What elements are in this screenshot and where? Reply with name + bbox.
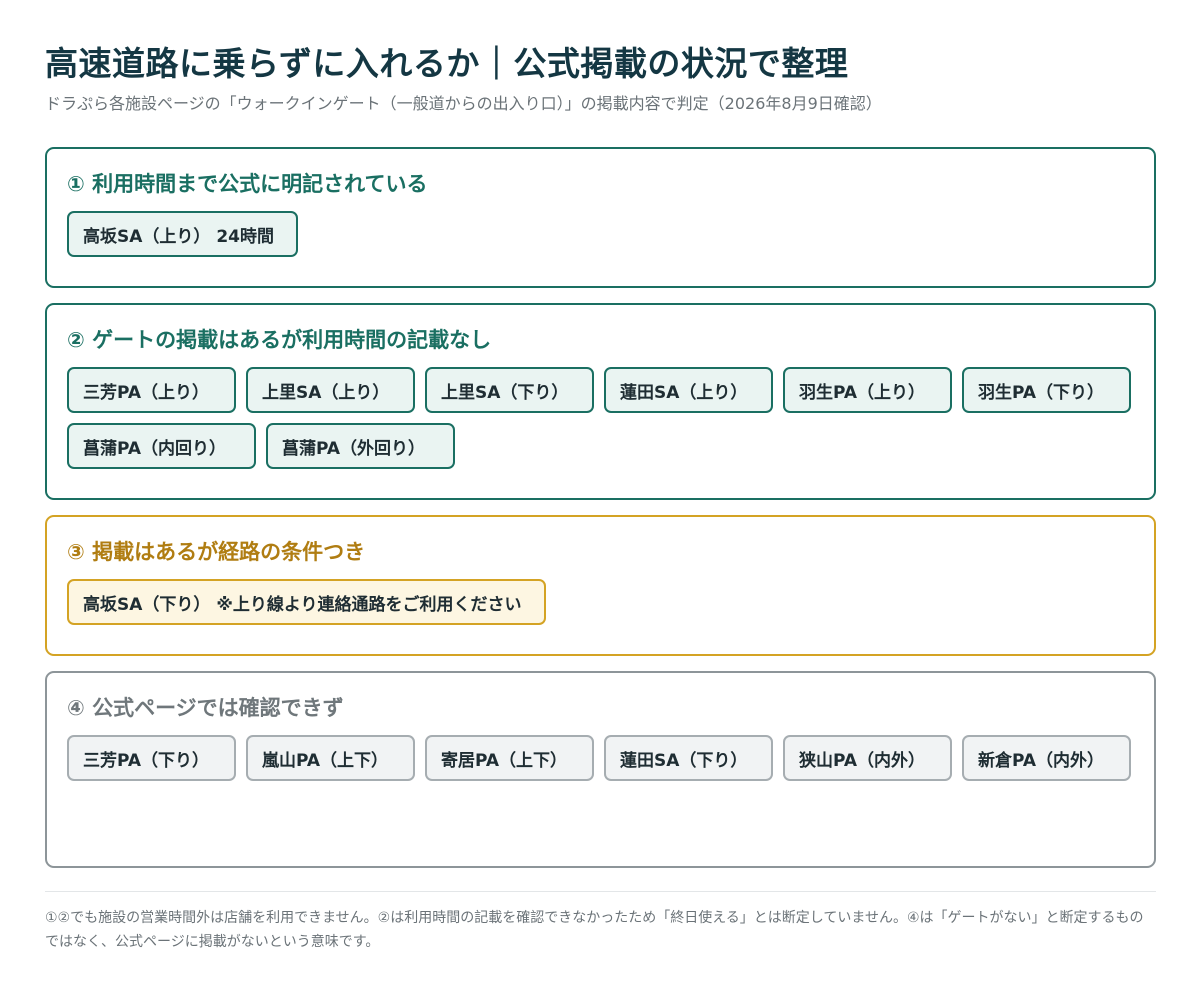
facility-chip: 蓮田SA（下り） bbox=[604, 735, 773, 781]
footnote: ①②でも施設の営業時間外は店舗を利用できません。②は利用時間の記載を確認できなか… bbox=[45, 910, 1144, 950]
footnote-divider bbox=[45, 891, 1156, 892]
facility-chip: 菖蒲PA（外回り） bbox=[266, 423, 455, 469]
facility-chip: 高坂SA（上り） 24時間 bbox=[67, 211, 298, 257]
section-not-confirmed: ④ 公式ページでは確認できず 三芳PA（下り） 嵐山PA（上下） 寄居PA（上下… bbox=[45, 671, 1156, 868]
facility-chip: 羽生PA（下り） bbox=[962, 367, 1131, 413]
facility-chip: 新倉PA（内外） bbox=[962, 735, 1131, 781]
section-official-hours: ① 利用時間まで公式に明記されている 高坂SA（上り） 24時間 bbox=[45, 147, 1156, 288]
facility-chip: 狭山PA（内外） bbox=[783, 735, 952, 781]
facility-chip-list: 三芳PA（上り） 上里SA（上り） 上里SA（下り） 蓮田SA（上り） 羽生PA… bbox=[67, 367, 1134, 469]
facility-chip: 蓮田SA（上り） bbox=[604, 367, 773, 413]
section-heading: ① 利用時間まで公式に明記されている bbox=[67, 172, 428, 196]
facility-chip: 高坂SA（下り） ※上り線より連絡通路をご利用ください bbox=[67, 579, 546, 625]
section-heading: ② ゲートの掲載はあるが利用時間の記載なし bbox=[67, 328, 492, 352]
section-conditional-route: ③ 掲載はあるが経路の条件つき 高坂SA（下り） ※上り線より連絡通路をご利用く… bbox=[45, 515, 1156, 656]
facility-chip: 嵐山PA（上下） bbox=[246, 735, 415, 781]
facility-chip: 上里SA（下り） bbox=[425, 367, 594, 413]
facility-chip: 菖蒲PA（内回り） bbox=[67, 423, 256, 469]
facility-chip-list: 三芳PA（下り） 嵐山PA（上下） 寄居PA（上下） 蓮田SA（下り） 狭山PA… bbox=[67, 735, 1134, 781]
page-subtitle: ドラぷら各施設ページの「ウォークインゲート（一般道からの出入り口）」の掲載内容で… bbox=[45, 94, 882, 113]
facility-chip-list: 高坂SA（上り） 24時間 bbox=[67, 211, 1134, 257]
facility-chip: 羽生PA（上り） bbox=[783, 367, 952, 413]
section-heading: ③ 掲載はあるが経路の条件つき bbox=[67, 540, 366, 564]
facility-chip-list: 高坂SA（下り） ※上り線より連絡通路をご利用ください bbox=[67, 579, 1134, 625]
page-title: 高速道路に乗らずに入れるか｜公式掲載の状況で整理 bbox=[45, 44, 849, 83]
facility-chip: 三芳PA（上り） bbox=[67, 367, 236, 413]
section-gate-no-hours: ② ゲートの掲載はあるが利用時間の記載なし 三芳PA（上り） 上里SA（上り） … bbox=[45, 303, 1156, 500]
facility-chip: 三芳PA（下り） bbox=[67, 735, 236, 781]
page: 高速道路に乗らずに入れるか｜公式掲載の状況で整理 ドラぷら各施設ページの「ウォー… bbox=[45, 40, 1156, 950]
section-heading: ④ 公式ページでは確認できず bbox=[67, 696, 344, 720]
facility-chip: 寄居PA（上下） bbox=[425, 735, 594, 781]
facility-chip: 上里SA（上り） bbox=[246, 367, 415, 413]
